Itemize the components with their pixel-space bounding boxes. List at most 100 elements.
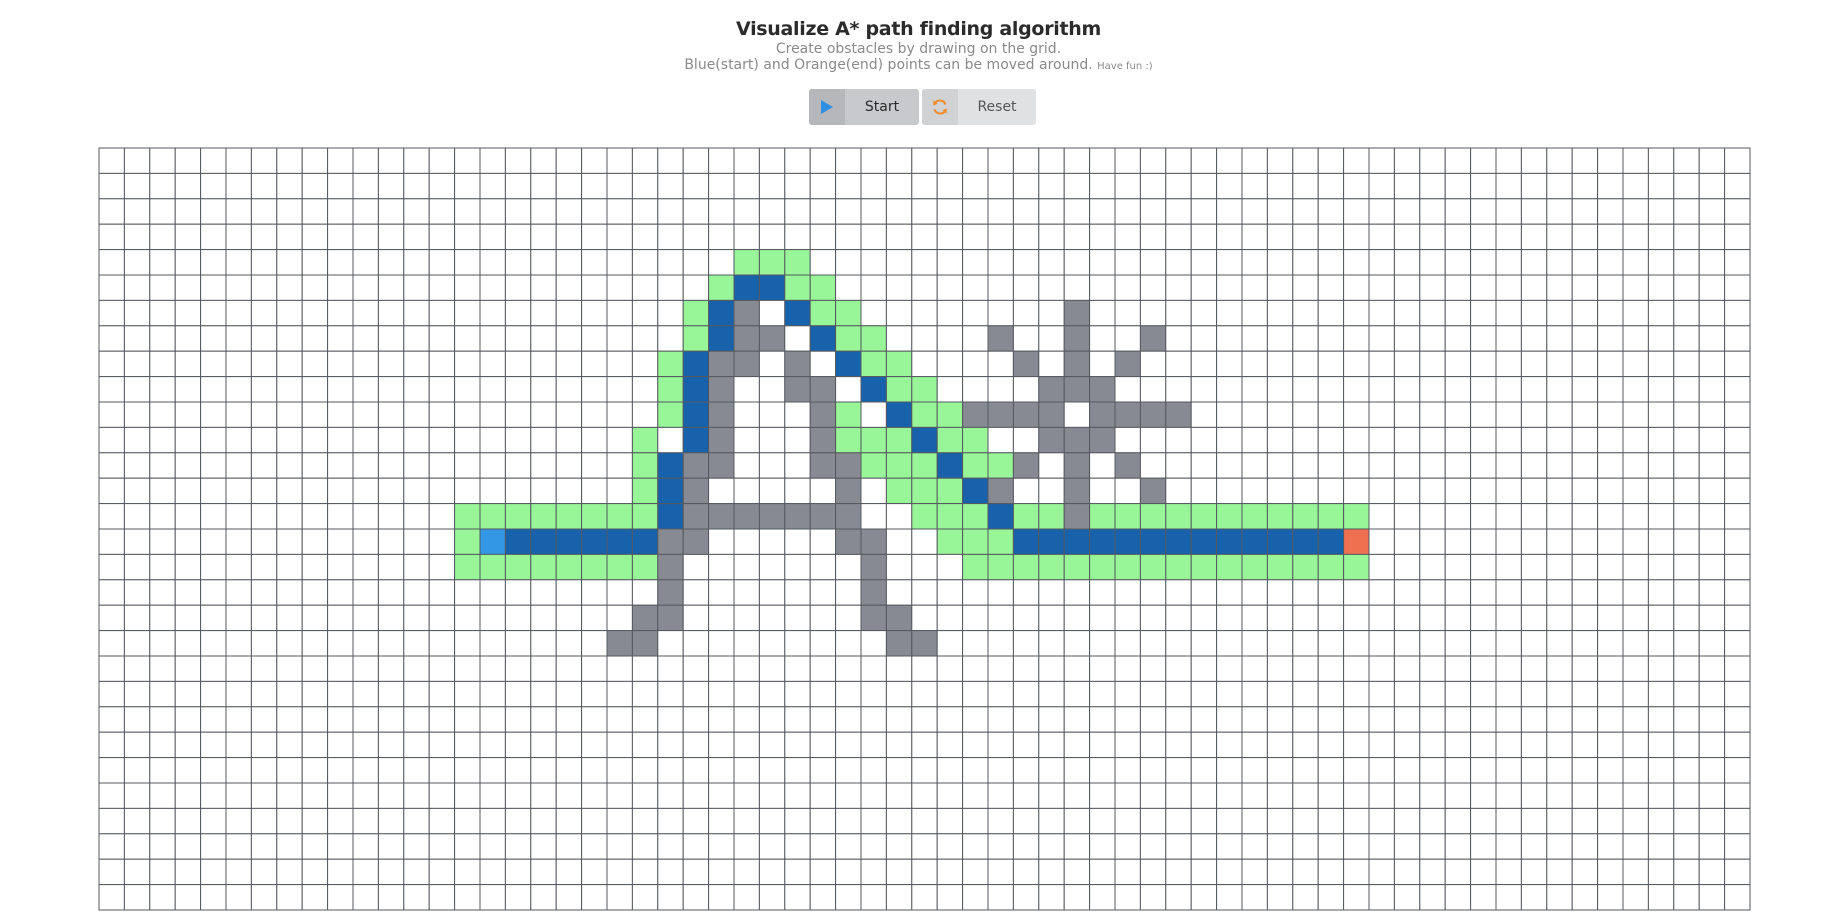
grid-cell[interactable] (504, 299, 532, 327)
grid-cell[interactable] (1546, 706, 1573, 733)
open-cell[interactable] (1292, 503, 1319, 530)
grid-cell[interactable] (1597, 325, 1624, 352)
grid-cell[interactable] (1012, 757, 1040, 784)
grid-cell[interactable] (606, 223, 633, 251)
grid-cell[interactable] (352, 731, 379, 759)
grid-cell[interactable] (1571, 782, 1599, 809)
grid-cell[interactable] (1190, 325, 1218, 352)
grid-cell[interactable] (885, 528, 913, 555)
grid-cell[interactable] (276, 376, 303, 403)
grid-cell[interactable] (1470, 401, 1497, 428)
grid-cell[interactable] (1393, 452, 1421, 479)
grid-cell[interactable] (352, 782, 379, 809)
grid-cell[interactable] (1698, 858, 1726, 886)
grid-cell[interactable] (1038, 604, 1065, 632)
grid-cell[interactable] (149, 630, 176, 657)
grid-cell[interactable] (809, 757, 837, 784)
grid-cell[interactable] (1089, 477, 1116, 505)
grid-cell[interactable] (1520, 198, 1548, 225)
grid-cell[interactable] (1012, 731, 1040, 759)
grid-cell[interactable] (1292, 376, 1319, 403)
grid-cell[interactable] (174, 401, 202, 428)
grid-cell[interactable] (1724, 884, 1751, 911)
grid-cell[interactable] (225, 376, 252, 403)
grid-cell[interactable] (1622, 376, 1649, 403)
grid-cell[interactable] (1546, 223, 1573, 251)
grid-cell[interactable] (835, 553, 862, 581)
grid-cell[interactable] (1165, 274, 1192, 301)
grid-cell[interactable] (403, 553, 430, 581)
grid-cell[interactable] (1317, 604, 1345, 632)
grid-cell[interactable] (454, 706, 481, 733)
grid-cell[interactable] (1393, 223, 1421, 251)
grid-cell[interactable] (936, 198, 964, 225)
grid-cell[interactable] (682, 807, 710, 835)
grid-cell[interactable] (581, 477, 608, 505)
grid-cell[interactable] (1724, 249, 1751, 276)
grid-cell[interactable] (250, 553, 278, 581)
grid-cell[interactable] (1647, 680, 1675, 708)
open-cell[interactable] (911, 376, 938, 403)
grid-cell[interactable] (174, 655, 202, 682)
grid-cell[interactable] (733, 807, 760, 835)
grid-cell[interactable] (860, 198, 887, 225)
grid-cell[interactable] (1546, 401, 1573, 428)
grid-cell[interactable] (149, 833, 176, 860)
grid-cell[interactable] (200, 503, 227, 530)
grid-cell[interactable] (1266, 172, 1294, 200)
path-cell[interactable] (835, 350, 862, 378)
grid-cell[interactable] (1063, 223, 1091, 251)
grid-cell[interactable] (1038, 706, 1065, 733)
grid-cell[interactable] (1368, 401, 1395, 428)
grid-cell[interactable] (1190, 452, 1218, 479)
grid-cell[interactable] (149, 503, 176, 530)
grid-cell[interactable] (225, 579, 252, 606)
grid-cell[interactable] (1038, 884, 1065, 911)
grid-cell[interactable] (174, 147, 202, 174)
grid-cell[interactable] (784, 579, 811, 606)
grid-cell[interactable] (454, 198, 481, 225)
grid-cell[interactable] (250, 249, 278, 276)
grid-cell[interactable] (301, 782, 329, 809)
grid-cell[interactable] (1241, 376, 1268, 403)
grid-cell[interactable] (1368, 782, 1395, 809)
grid-cell[interactable] (403, 325, 430, 352)
grid-cell[interactable] (1165, 782, 1192, 809)
grid-cell[interactable] (1292, 655, 1319, 682)
grid-cell[interactable] (377, 426, 405, 454)
grid-cell[interactable] (962, 325, 989, 352)
grid-cell[interactable] (1571, 553, 1599, 581)
grid-cell[interactable] (657, 426, 684, 454)
grid-cell[interactable] (1571, 477, 1599, 505)
open-cell[interactable] (1317, 503, 1345, 530)
grid-cell[interactable] (809, 147, 837, 174)
grid-cell[interactable] (1597, 706, 1624, 733)
grid-cell[interactable] (758, 299, 786, 327)
open-cell[interactable] (1038, 553, 1065, 581)
grid-cell[interactable] (1343, 731, 1370, 759)
grid-cell[interactable] (1444, 452, 1472, 479)
grid-cell[interactable] (1495, 604, 1522, 632)
grid-cell[interactable] (1393, 553, 1421, 581)
grid-cell[interactable] (1216, 376, 1243, 403)
grid-cell[interactable] (682, 147, 710, 174)
grid-cell[interactable] (606, 401, 633, 428)
grid-cell[interactable] (530, 731, 557, 759)
grid-cell[interactable] (606, 706, 633, 733)
open-cell[interactable] (530, 553, 557, 581)
grid-cell[interactable] (1520, 757, 1548, 784)
grid-cell[interactable] (581, 376, 608, 403)
grid-cell[interactable] (403, 630, 430, 657)
grid-cell[interactable] (555, 807, 583, 835)
grid-cell[interactable] (1216, 579, 1243, 606)
grid-cell[interactable] (1470, 147, 1497, 174)
grid-cell[interactable] (1241, 452, 1268, 479)
grid-cell[interactable] (327, 858, 354, 886)
grid-cell[interactable] (1292, 223, 1319, 251)
grid-cell[interactable] (885, 833, 913, 860)
grid-cell[interactable] (1139, 807, 1167, 835)
grid-cell[interactable] (1139, 198, 1167, 225)
grid-cell[interactable] (200, 706, 227, 733)
grid-cell[interactable] (1368, 426, 1395, 454)
grid-cell[interactable] (1343, 198, 1370, 225)
